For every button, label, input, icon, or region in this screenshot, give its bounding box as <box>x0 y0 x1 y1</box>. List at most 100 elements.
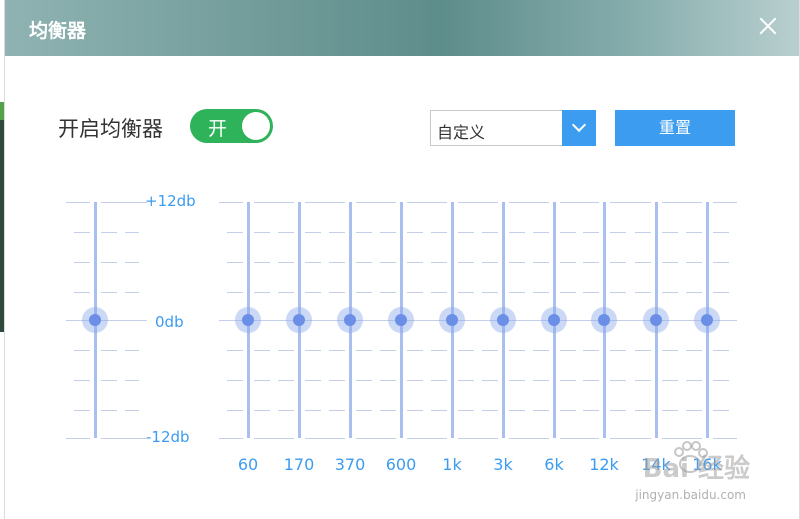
scale-tick <box>329 410 345 411</box>
slider-handle-dot <box>446 314 458 326</box>
db-min-label: -12db <box>146 428 190 446</box>
scale-tick <box>270 438 294 439</box>
band-170-slider-thumb[interactable] <box>286 307 312 333</box>
scale-tick <box>509 410 525 411</box>
scale-tick <box>321 438 345 439</box>
scale-tick <box>380 292 396 293</box>
scale-tick <box>431 262 447 263</box>
scale-tick <box>125 350 139 351</box>
scale-tick <box>227 350 243 351</box>
scale-tick <box>101 262 117 263</box>
scale-tick <box>329 262 345 263</box>
slider-handle-dot <box>344 314 356 326</box>
scale-tick <box>525 438 549 439</box>
scale-tick <box>125 292 139 293</box>
scale-tick <box>305 350 321 351</box>
scale-tick <box>219 438 243 439</box>
scale-tick <box>227 232 243 233</box>
scale-tick <box>431 380 447 381</box>
scale-tick <box>380 262 396 263</box>
scale-tick <box>227 262 243 263</box>
band-600-slider-thumb[interactable] <box>388 307 414 333</box>
scale-tick <box>509 380 525 381</box>
scale-tick <box>458 380 474 381</box>
scale-tick <box>610 350 626 351</box>
scale-tick <box>125 262 139 263</box>
scale-tick <box>560 262 576 263</box>
band-370-slider-thumb[interactable] <box>337 307 363 333</box>
scale-tick <box>101 202 125 203</box>
scale-tick <box>474 202 498 203</box>
scale-tick <box>431 292 447 293</box>
scale-tick <box>329 292 345 293</box>
scale-tick <box>423 202 447 203</box>
scale-tick <box>278 350 294 351</box>
scale-tick <box>713 202 737 203</box>
band-6k-slider-thumb[interactable] <box>541 307 567 333</box>
scale-tick <box>372 438 396 439</box>
scale-tick <box>509 262 525 263</box>
scale-tick <box>575 438 599 439</box>
scale-tick <box>533 350 549 351</box>
scale-tick <box>305 410 321 411</box>
scale-tick <box>686 232 702 233</box>
scale-tick <box>74 262 90 263</box>
db-max-label: +12db <box>145 192 196 210</box>
band-frequency-label: 370 <box>334 455 366 474</box>
band-60-slider-thumb[interactable] <box>235 307 261 333</box>
scale-tick <box>610 380 626 381</box>
scale-tick <box>533 380 549 381</box>
scale-tick <box>227 410 243 411</box>
scale-tick <box>407 232 423 233</box>
scale-tick <box>74 350 90 351</box>
scale-tick <box>560 292 576 293</box>
scale-tick <box>278 410 294 411</box>
scale-tick <box>713 232 729 233</box>
slider-handle-dot <box>293 314 305 326</box>
band-12k-slider-thumb[interactable] <box>591 307 617 333</box>
scale-tick <box>431 232 447 233</box>
scale-tick <box>662 232 678 233</box>
scale-tick <box>431 410 447 411</box>
scale-tick <box>254 262 270 263</box>
scale-tick <box>610 232 626 233</box>
scale-tick <box>533 232 549 233</box>
scale-tick <box>662 410 678 411</box>
scale-tick <box>583 262 599 263</box>
scale-tick <box>575 202 599 203</box>
scale-tick <box>407 350 423 351</box>
preamp-slider-thumb[interactable] <box>82 307 108 333</box>
scale-tick <box>254 410 270 411</box>
scale-tick <box>356 350 372 351</box>
scale-tick <box>635 410 651 411</box>
scale-tick <box>74 380 90 381</box>
scale-tick <box>686 350 702 351</box>
scale-tick <box>458 350 474 351</box>
scale-tick <box>329 380 345 381</box>
scale-tick <box>125 380 139 381</box>
band-16k-slider-thumb[interactable] <box>694 307 720 333</box>
scale-tick <box>583 350 599 351</box>
scale-tick <box>407 292 423 293</box>
scale-tick <box>482 350 498 351</box>
scale-tick <box>101 438 125 439</box>
scale-tick <box>482 232 498 233</box>
scale-tick <box>635 350 651 351</box>
scale-tick <box>278 380 294 381</box>
scale-tick <box>583 380 599 381</box>
band-frequency-label: 1k <box>442 455 462 474</box>
scale-tick <box>560 410 576 411</box>
band-frequency-label: 600 <box>385 455 417 474</box>
band-frequency-label: 3k <box>493 455 513 474</box>
scale-tick <box>101 380 117 381</box>
band-14k-slider-thumb[interactable] <box>643 307 669 333</box>
band-1k-slider-thumb[interactable] <box>439 307 465 333</box>
slider-handle-dot <box>650 314 662 326</box>
band-3k-slider-thumb[interactable] <box>490 307 516 333</box>
scale-tick <box>458 232 474 233</box>
scale-tick <box>356 380 372 381</box>
scale-tick <box>305 380 321 381</box>
scale-tick <box>458 410 474 411</box>
scale-tick <box>329 350 345 351</box>
scale-tick <box>407 262 423 263</box>
